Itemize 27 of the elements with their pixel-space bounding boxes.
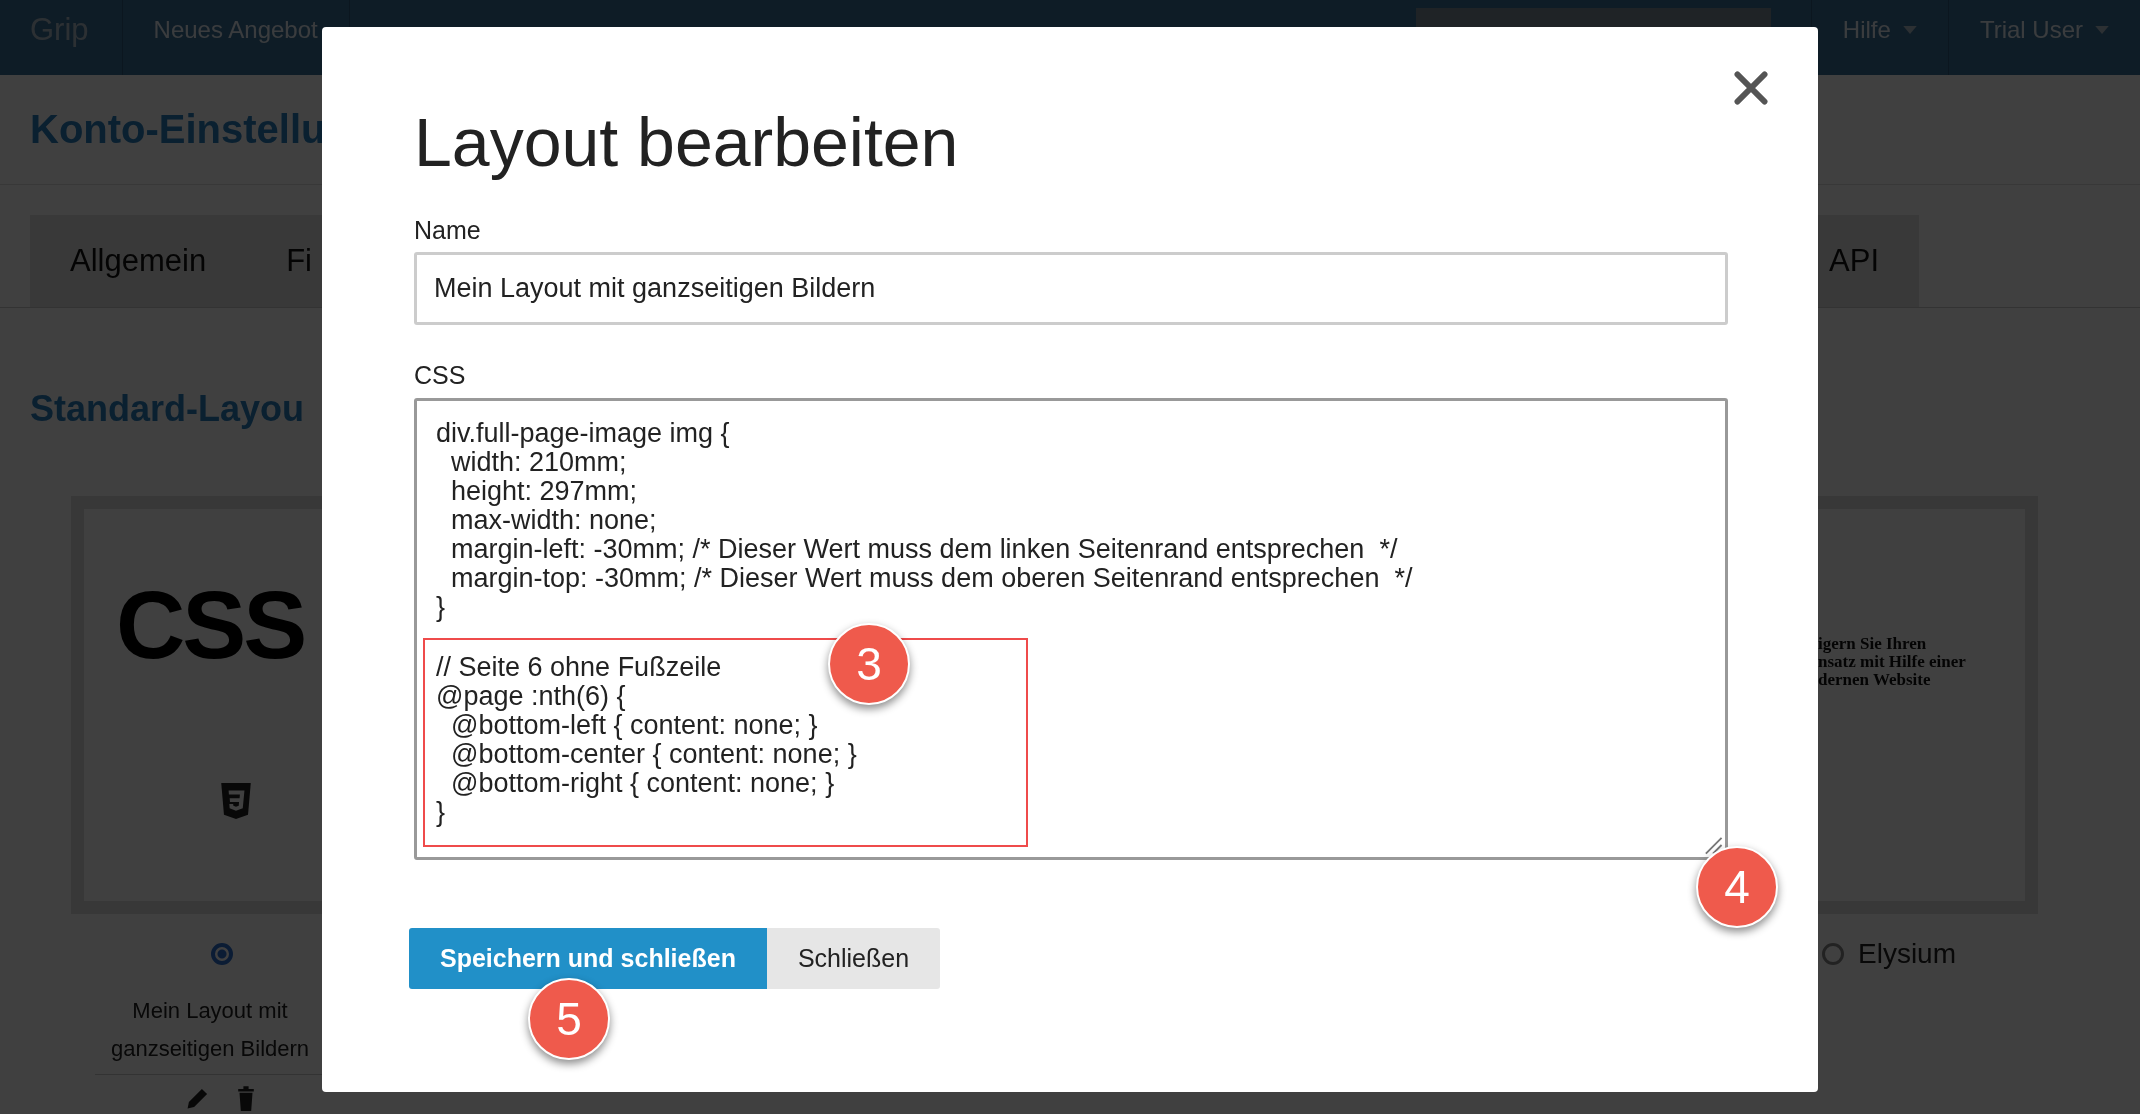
code-line: width: 210mm; — [451, 448, 627, 477]
step-badge: 4 — [1696, 846, 1778, 928]
code-line: @page :nth(6) { — [436, 682, 626, 711]
document-headline: dernen Website — [1818, 671, 1932, 689]
code-line: @bottom-left { content: none; } — [451, 711, 818, 740]
save-button[interactable]: Speichern und schließen — [409, 928, 767, 989]
field-label: CSS — [414, 360, 467, 390]
code-line: div.full-page-image img { — [436, 419, 730, 448]
code-line: } — [436, 798, 446, 827]
name-field[interactable]: Mein Layout mit ganzseitigen Bildern — [414, 252, 1728, 325]
step-badge: 3 — [828, 623, 910, 705]
preview-heading: CSS — [116, 577, 305, 673]
document-headline: nsatz mit Hilfe einer — [1818, 653, 1966, 671]
document-headline: igern Sie Ihren — [1818, 635, 1928, 653]
code-line: @bottom-right { content: none; } — [450, 769, 835, 798]
code-line: margin-top: -30mm; /* Dieser Wert muss dem oberen Seitenrand entsprechen */ — [450, 564, 1413, 593]
modal-title: Layout bearbeiten — [414, 103, 960, 182]
step-badge: 5 — [528, 978, 610, 1060]
code-line: height: 297mm; — [450, 477, 638, 506]
code-line: @bottom-center { content: none; } — [450, 740, 857, 769]
code-line: max-width: none; — [450, 506, 657, 535]
code-line: margin-left: -30mm; /* Dieser Wert muss dem linken Seitenrand entsprechen */ — [450, 535, 1398, 564]
layout-name: Elysium — [1858, 938, 1956, 970]
field-label: Name — [414, 215, 482, 245]
close-button[interactable]: Schließen — [766, 928, 941, 989]
code-line: } — [436, 593, 446, 622]
code-line: // Seite 6 ohne Fußzeile — [436, 653, 722, 682]
